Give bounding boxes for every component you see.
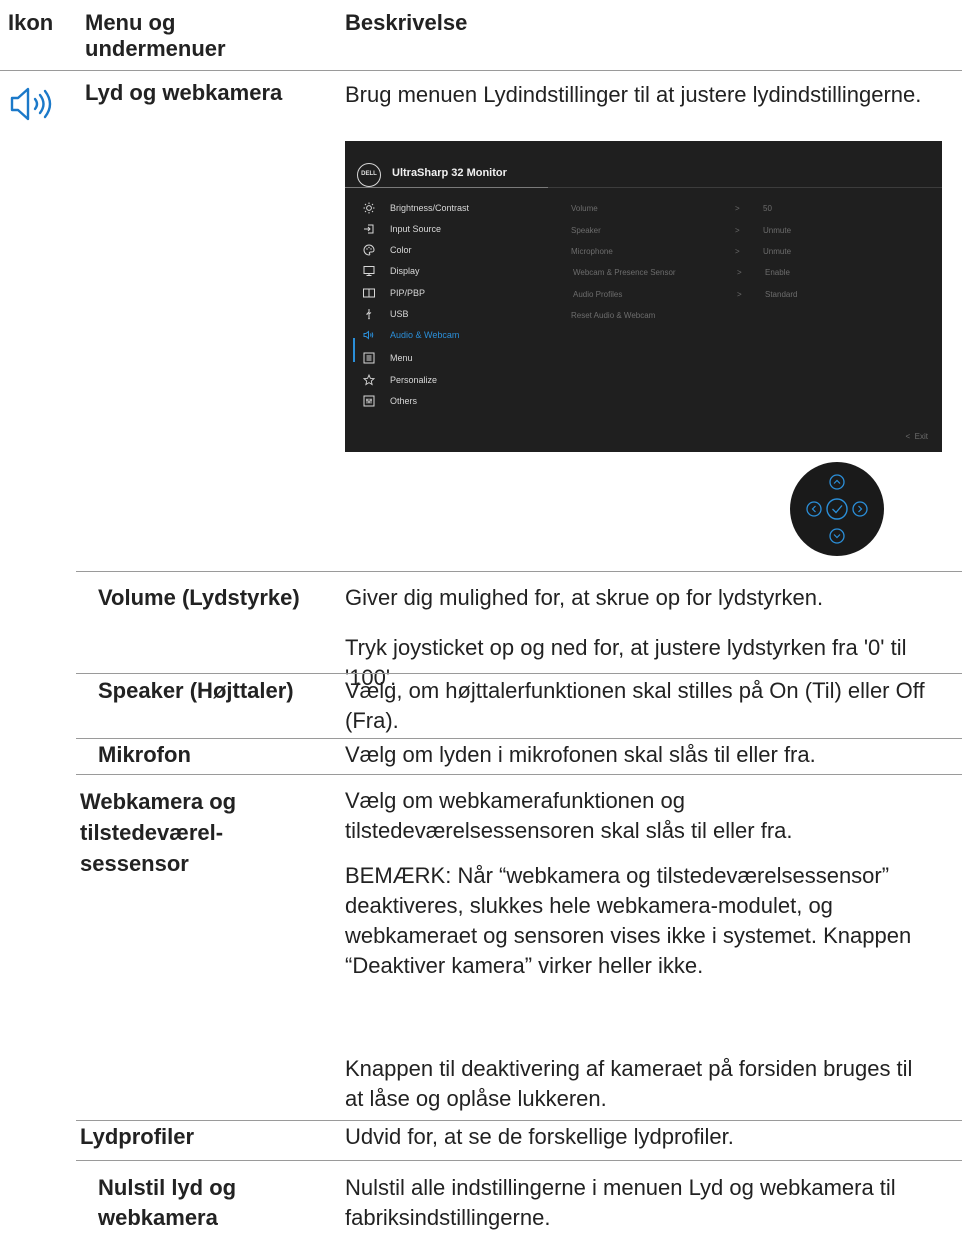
osd-active-indicator [353,338,355,362]
osd-item-label: Brightness/Contrast [390,203,470,213]
joystick-diagram [790,462,884,556]
chevron-right-icon: > [735,226,740,235]
osd-exit-label: Exit [914,432,928,441]
osd-item-label: Others [390,396,418,406]
pip-pbp-icon [363,287,375,299]
brightness-icon [363,202,375,214]
osd-item-label: Personalize [390,375,438,385]
color-palette-icon [363,244,375,256]
osd-item-audio-webcam[interactable]: Audio & Webcam [363,325,459,345]
dell-logo: DELL [357,163,381,187]
row-divider [76,673,962,674]
osd-item-personalize[interactable]: Personalize [363,370,437,390]
osd-divider-dim [548,187,942,188]
osd-value-microphone: Unmute [763,247,792,256]
osd-item-label: Input Source [390,224,442,234]
column-header-description: Beskrivelse [345,10,468,35]
input-source-icon [363,223,375,235]
chevron-right-icon: > [735,247,740,256]
osd-sub-volume[interactable]: Volume [571,204,598,213]
osd-sub-speaker[interactable]: Speaker [571,226,601,235]
chevron-right-icon: > [737,268,742,277]
speaker-icon [8,84,64,124]
row-desc-speaker: Vælg, om højttalerfunktionen skal stille… [345,678,925,733]
chevron-left-icon: < [905,432,911,441]
header-divider [0,70,962,71]
row-desc-webcam-1: Vælg om webkamerafunktionen og tilstedev… [345,788,793,843]
osd-item-label: Color [390,245,412,255]
row-label-nulstil: Nulstil lyd og webkamera [98,1175,237,1230]
star-icon [363,374,375,386]
row-divider [76,774,962,775]
osd-item-pip-pbp[interactable]: PIP/PBP [363,283,425,303]
usb-icon [363,308,375,320]
chevron-right-icon: > [735,204,740,213]
display-icon [363,265,375,277]
row-desc-mikrofon: Vælg om lyden i mikrofonen skal slås til… [345,742,816,767]
osd-item-label: Audio & Webcam [390,330,460,340]
row-label-webcam: Webkamera og tilstedeværel-sessensor [80,789,237,876]
osd-item-others[interactable]: Others [363,391,417,411]
osd-item-label: Display [390,266,420,276]
osd-title: UltraSharp 32 Monitor [392,167,507,179]
row-divider [76,738,962,739]
row-desc-volume-1: Giver dig mulighed for, at skrue op for … [345,585,824,610]
column-header-icon: Ikon [8,10,54,35]
osd-value-volume: 50 [763,204,772,213]
osd-divider [345,187,548,188]
osd-sub-audio-profiles[interactable]: Audio Profiles [573,290,622,299]
row-label-lydprofiler: Lydprofiler [80,1124,195,1149]
osd-item-menu[interactable]: Menu [363,348,413,368]
row-desc-webcam-3: Knappen til deaktivering af kameraet på … [345,1056,913,1111]
row-desc-webcam-note: BEMÆRK: Når “webkamera og tilstedeværels… [345,863,912,978]
osd-value-audio-profiles: Standard [765,290,798,299]
osd-item-label: USB [390,309,409,319]
row-label-speaker: Speaker (Højttaler) [98,678,294,703]
osd-exit-button[interactable]: < Exit [906,432,928,441]
row-desc-lydprofiler: Udvid for, at se de forskellige lydprofi… [345,1124,734,1149]
osd-item-input-source[interactable]: Input Source [363,219,441,239]
row-label-mikrofon: Mikrofon [98,742,191,767]
osd-sub-microphone[interactable]: Microphone [571,247,613,256]
speaker-icon [363,329,375,341]
row-label-volume: Volume (Lydstyrke) [98,585,300,610]
osd-item-brightness-contrast[interactable]: Brightness/Contrast [363,198,469,218]
osd-value-webcam-presence: Enable [765,268,790,277]
row-divider [76,1120,962,1121]
osd-menu-screenshot: DELL UltraSharp 32 Monitor Brightness/Co… [345,141,942,452]
section-description: Brug menuen Lydindstillinger til at just… [345,82,922,107]
section-title: Lyd og webkamera [85,80,283,105]
osd-item-label: Menu [390,353,413,363]
others-icon [363,395,375,407]
osd-value-speaker: Unmute [763,226,792,235]
osd-sub-webcam-presence[interactable]: Webcam & Presence Sensor [573,268,676,277]
row-divider [76,571,962,572]
osd-item-usb[interactable]: USB [363,304,409,324]
osd-item-color[interactable]: Color [363,240,412,260]
row-desc-nulstil: Nulstil alle indstillingerne i menuen Ly… [345,1175,896,1230]
osd-item-display[interactable]: Display [363,261,420,281]
osd-item-label: PIP/PBP [390,288,426,298]
row-divider [76,1160,962,1161]
osd-sub-reset-audio-webcam[interactable]: Reset Audio & Webcam [571,311,655,320]
column-header-menu: Menu og undermenuer [85,10,226,61]
menu-icon [363,352,375,364]
chevron-right-icon: > [737,290,742,299]
